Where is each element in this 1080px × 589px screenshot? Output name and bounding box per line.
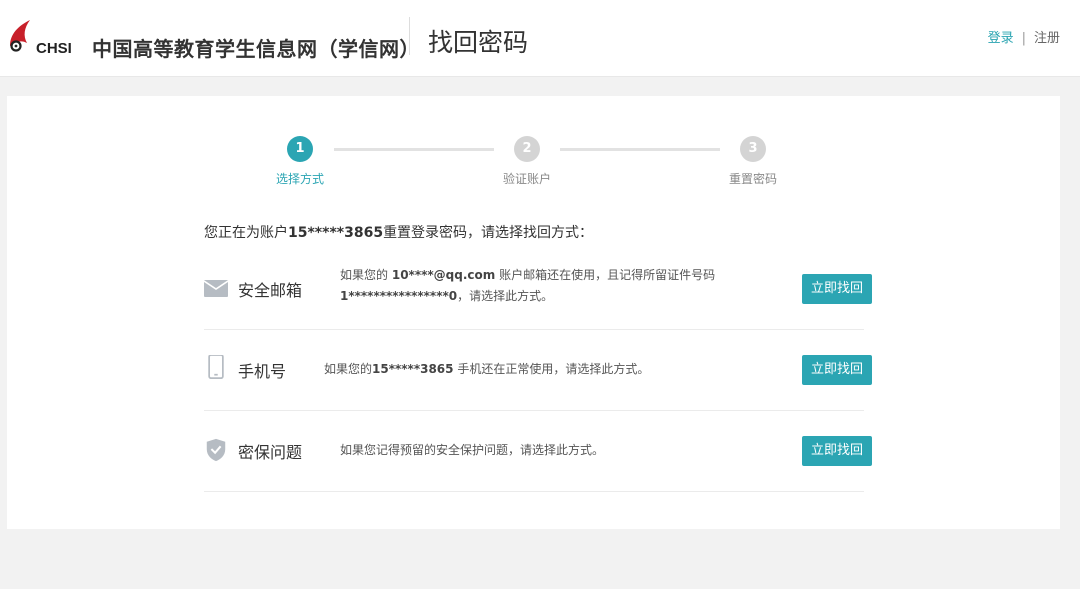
email-desc-end: ，请选择此方式。	[457, 289, 554, 303]
recover-by-email-button[interactable]: 立即找回	[802, 274, 872, 304]
option-email: 安全邮箱 如果您的 10****@qq.com 账户邮箱还在使用，且记得所留证件…	[204, 248, 872, 330]
id-number: 1****************0	[340, 289, 458, 303]
option-security-question: 密保问题 如果您记得预留的安全保护问题，请选择此方式。 立即找回	[204, 410, 872, 492]
step-connector-1	[334, 148, 494, 151]
step-3-label: 重置密码	[728, 172, 777, 186]
option-email-title: 安全邮箱	[238, 281, 303, 300]
step-2-circle: 2	[514, 136, 540, 162]
step-1-circle: 1	[287, 136, 313, 162]
page-title: 找回密码	[428, 28, 529, 57]
header-divider	[409, 17, 410, 55]
logo-text: CHSI	[36, 40, 72, 56]
recovery-card: 1 选择方式 2 验证账户 3 重置密码 您正在为账户15*****3865重置…	[7, 96, 1060, 529]
option-phone-desc: 如果您的15*****3865 手机还在正常使用，请选择此方式。	[324, 359, 744, 380]
login-link[interactable]: 登录	[988, 31, 1014, 46]
header-links: 登录 | 注册	[988, 27, 1060, 46]
recover-by-phone-button[interactable]: 立即找回	[802, 355, 872, 385]
intro-prefix: 您正在为账户	[204, 225, 288, 241]
step-connector-2	[560, 148, 720, 151]
shield-check-icon	[206, 438, 226, 462]
email-address: 10****@qq.com	[391, 268, 496, 282]
envelope-icon	[204, 280, 228, 297]
link-separator: |	[1021, 31, 1026, 46]
phone-icon	[208, 355, 224, 379]
option-phone: 手机号 如果您的15*****3865 手机还在正常使用，请选择此方式。 立即找…	[204, 329, 872, 411]
step-1: 1 选择方式	[250, 136, 350, 187]
phone-number: 15*****3865	[372, 362, 454, 376]
site-name: 中国高等教育学生信息网（学信网）	[92, 37, 420, 61]
option-question-title: 密保问题	[238, 443, 303, 462]
intro-suffix: 重置登录密码，请选择找回方式：	[383, 225, 594, 241]
step-2-label: 验证账户	[502, 172, 551, 186]
option-question-desc: 如果您记得预留的安全保护问题，请选择此方式。	[340, 443, 605, 457]
phone-desc-pre: 如果您的	[324, 362, 373, 376]
step-3: 3 重置密码	[703, 136, 803, 187]
intro-text: 您正在为账户15*****3865重置登录密码，请选择找回方式：	[204, 222, 593, 242]
site-header: CHSI 中国高等教育学生信息网（学信网） 找回密码 登录 | 注册	[0, 0, 1080, 77]
option-phone-title: 手机号	[238, 362, 287, 381]
recover-by-question-button[interactable]: 立即找回	[802, 436, 872, 466]
email-desc-mid: 账户邮箱还在使用，且记得所留证件号码	[495, 268, 716, 282]
step-1-label: 选择方式	[275, 172, 324, 186]
email-desc-pre: 如果您的	[340, 268, 389, 282]
option-email-desc: 如果您的 10****@qq.com 账户邮箱还在使用，且记得所留证件号码 1*…	[340, 265, 760, 307]
phone-desc-end: 手机还在正常使用，请选择此方式。	[453, 362, 650, 376]
chsi-logo[interactable]: CHSI	[6, 16, 78, 56]
step-2: 2 验证账户	[477, 136, 577, 187]
register-link[interactable]: 注册	[1034, 31, 1060, 46]
intro-account: 15*****3865	[288, 225, 384, 241]
step-3-circle: 3	[740, 136, 766, 162]
